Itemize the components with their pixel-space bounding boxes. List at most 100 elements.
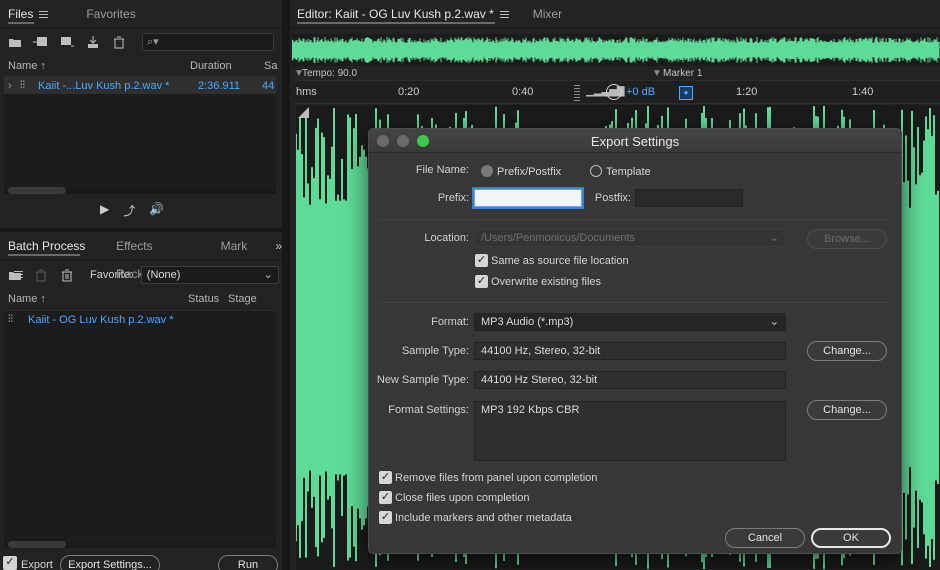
list-item[interactable]: ⫶⫶ Kaiit - OG Luv Kush p.2.wav * (4, 311, 276, 328)
column-name[interactable]: Name ↑ (8, 60, 190, 72)
panel-menu-icon[interactable] (14, 270, 23, 278)
volume-knob-icon[interactable] (606, 84, 622, 100)
overwrite-label: Overwrite existing files (491, 276, 602, 288)
batch-list: ⫶⫶ Kaiit - OG Luv Kush p.2.wav * (4, 310, 276, 548)
format-settings-label: Format Settings: (388, 404, 469, 416)
tab-markers[interactable]: Mark (221, 232, 256, 260)
panel-menu-icon[interactable] (499, 10, 509, 18)
timeline-ruler[interactable]: hms 0:20 0:40 ▁▂▃▅▇ +0 dB ✦ 1:20 1:40 (294, 80, 940, 104)
change-sample-type-button[interactable]: Change... (807, 341, 887, 361)
waveform-overview[interactable] (291, 34, 940, 66)
export-checkbox[interactable]: ✓ (3, 556, 17, 570)
marker-icon[interactable]: ▼ (652, 68, 662, 79)
clear-all-icon[interactable] (58, 267, 76, 283)
horizontal-splitter[interactable] (0, 228, 282, 232)
loop-icon[interactable]: ⤴ (123, 202, 135, 219)
scroll-thumb[interactable] (8, 541, 66, 548)
scroll-thumb[interactable] (8, 187, 66, 194)
tab-editor-label: Editor: Kaiit - OG Luv Kush p.2.wav * (297, 6, 494, 21)
postfix-label: Postfix: (594, 192, 631, 204)
tab-editor[interactable]: Editor: Kaiit - OG Luv Kush p.2.wav * (297, 0, 517, 28)
waveform-file-icon: ⫶⫶ (8, 314, 13, 325)
editor-tabbar: Editor: Kaiit - OG Luv Kush p.2.wav * Mi… (290, 0, 940, 28)
location-select[interactable]: /Users/Penmonicus/Documents ⌄ (474, 229, 786, 247)
pin-icon[interactable]: ✦ (679, 86, 693, 100)
ruler-tick: 0:40 (512, 86, 534, 98)
radio-template[interactable] (590, 165, 602, 177)
tab-effects-rack[interactable]: Effects Rack (116, 232, 187, 281)
export-checkbox-label: Export (21, 559, 53, 570)
play-icon[interactable]: ▶ (100, 202, 109, 219)
open-folder-icon[interactable] (6, 34, 24, 50)
radio-template-label: Template (606, 166, 651, 178)
files-column-header: Name ↑ Duration Sa (0, 56, 282, 76)
new-file-icon[interactable] (58, 34, 76, 50)
file-duration: 2:36.911 (198, 79, 241, 92)
more-tabs-icon[interactable]: » (275, 239, 282, 253)
dialog-divider (379, 302, 891, 303)
horizontal-scrollbar[interactable] (4, 187, 276, 194)
tab-batch-process[interactable]: Batch Process (8, 232, 102, 278)
marker-bar: ▼ Tempo: 90.0 ▼ Marker 1 (290, 68, 940, 80)
tab-favorites[interactable]: Favorites (86, 0, 143, 28)
panel-splitter[interactable] (282, 0, 290, 570)
include-markers-checkbox[interactable]: ✓ (379, 511, 392, 524)
trash-icon[interactable] (110, 34, 128, 50)
browse-button[interactable]: Browse... (807, 229, 887, 249)
chevron-down-icon: ⌄ (769, 232, 779, 244)
radio-prefix-postfix[interactable] (481, 165, 493, 177)
files-list: › ⫶⫶ Kaiit -...Luv Kush p.2.wav * 2:36.9… (4, 76, 276, 194)
favorite-select[interactable]: (None) ⌄ (140, 266, 279, 284)
change-format-settings-button[interactable]: Change... (807, 400, 887, 420)
location-value: /Users/Penmonicus/Documents (481, 232, 636, 244)
remove-files-label: Remove files from panel upon completion (395, 472, 598, 484)
volume-icon[interactable]: 🔊 (149, 202, 164, 219)
panel-menu-icon[interactable] (39, 10, 49, 18)
marker-label: Marker 1 (663, 68, 703, 79)
import-icon[interactable] (32, 34, 50, 50)
tab-files-label: Files (8, 6, 34, 21)
tab-mixer[interactable]: Mixer (533, 0, 570, 28)
format-select[interactable]: MP3 Audio (*.mp3) ⌄ (474, 313, 786, 331)
expand-chevron-icon[interactable]: › (4, 80, 20, 92)
save-icon[interactable] (84, 34, 102, 50)
batch-panel: Batch Process Effects Rack Mark » Favori… (0, 232, 282, 570)
batch-file-name: Kaiit - OG Luv Kush p.2.wav * (28, 313, 174, 326)
list-item[interactable]: › ⫶⫶ Kaiit -...Luv Kush p.2.wav * 2:36.9… (4, 77, 276, 94)
grip-handle[interactable] (574, 85, 580, 101)
prefix-input[interactable] (474, 189, 582, 207)
overwrite-checkbox[interactable]: ✓ (475, 275, 488, 288)
column-stage[interactable]: Stage (228, 293, 257, 305)
files-toolbar: ⌕▾ (0, 28, 282, 56)
column-sample-rate[interactable]: Sa (264, 60, 277, 72)
files-search-input[interactable]: ⌕▾ (142, 33, 274, 51)
files-panel: Files Favorites ⌕▾ Name ↑ Duration Sa › … (0, 0, 282, 228)
trash-icon[interactable] (32, 267, 50, 283)
horizontal-scrollbar[interactable] (4, 541, 276, 548)
column-name[interactable]: Name ↑ (8, 293, 188, 305)
tab-batch-label: Batch Process (8, 238, 86, 253)
ok-button[interactable]: OK (811, 528, 891, 548)
include-markers-label: Include markers and other metadata (395, 512, 572, 524)
remove-files-checkbox[interactable]: ✓ (379, 471, 392, 484)
column-status[interactable]: Status (188, 293, 228, 305)
close-files-checkbox[interactable]: ✓ (379, 491, 392, 504)
ruler-unit: hms (296, 86, 317, 98)
sample-type-field: 44100 Hz, Stereo, 32-bit (474, 342, 786, 360)
batch-column-header: Name ↑ Status Stage (0, 290, 282, 308)
volume-value[interactable]: +0 dB (626, 86, 655, 98)
run-button[interactable]: Run (218, 555, 278, 570)
sample-type-label: Sample Type: (401, 345, 469, 357)
postfix-input[interactable] (635, 189, 743, 207)
search-icon: ⌕▾ (147, 36, 159, 48)
export-settings-dialog: Export Settings File Name: Prefix/Postfi… (368, 128, 902, 554)
file-name: Kaiit -...Luv Kush p.2.wav * (38, 79, 170, 92)
same-as-source-checkbox[interactable]: ✓ (475, 254, 488, 267)
radio-prefix-postfix-label: Prefix/Postfix (497, 166, 562, 178)
favorite-value: (None) (146, 269, 181, 281)
ruler-tick: 1:20 (736, 86, 758, 98)
export-settings-button[interactable]: Export Settings... (60, 555, 160, 570)
column-duration[interactable]: Duration (190, 60, 264, 72)
tab-files[interactable]: Files (8, 0, 56, 28)
cancel-button[interactable]: Cancel (725, 528, 805, 548)
